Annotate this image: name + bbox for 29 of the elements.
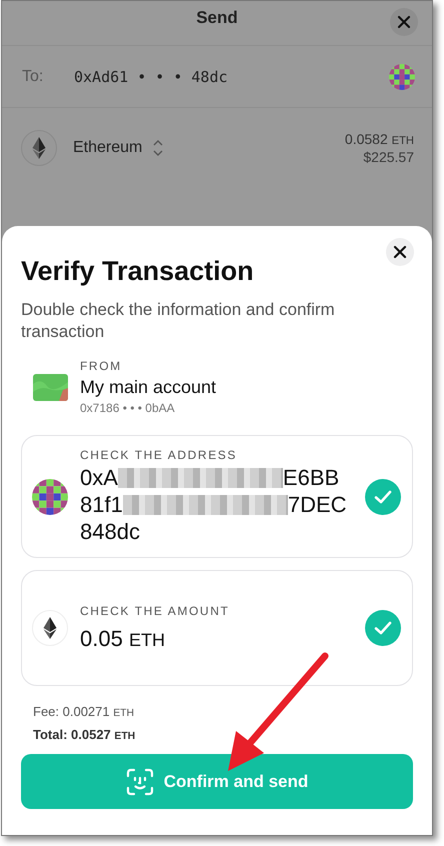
address-text: E6BB — [282, 464, 340, 491]
address-text: 0xA — [80, 464, 118, 491]
ethereum-icon — [21, 130, 57, 166]
from-label: FROM — [80, 359, 123, 373]
amount: 0.05 ETH — [80, 626, 166, 652]
balance: 0.0582 ETH — [344, 131, 414, 149]
sheet-subtitle: Double check the information and confirm transaction — [21, 299, 336, 343]
account-icon — [33, 374, 68, 400]
close-icon[interactable] — [390, 8, 418, 36]
total-text: Total: 0.0527 ETH — [32, 727, 136, 742]
identicon — [32, 478, 68, 514]
ethereum-icon — [32, 610, 68, 646]
check-label: CHECK THE ADDRESS — [80, 448, 238, 462]
recipient-address: 0xAd61 • • • 48dc — [74, 68, 229, 86]
address-text: 81f1 — [80, 491, 123, 518]
identicon — [389, 64, 415, 90]
screen-title: Send — [196, 8, 238, 28]
close-icon[interactable] — [386, 238, 414, 266]
face-id-icon — [126, 768, 154, 796]
check-label: CHECK THE AMOUNT — [80, 604, 230, 618]
fee-text: Fee: 0.00271 ETH — [32, 704, 136, 719]
fiat-balance: $225.57 — [362, 149, 414, 165]
to-label: To: — [22, 68, 44, 86]
sheet-title: Verify Transaction — [21, 256, 255, 287]
address-text: 848dc — [80, 518, 140, 545]
asset-name[interactable]: Ethereum — [73, 139, 142, 157]
address-text: 7DEC — [288, 491, 347, 518]
account-address: 0x7186 • • • 0bAA — [80, 401, 176, 415]
account-name: My main account — [80, 377, 216, 398]
